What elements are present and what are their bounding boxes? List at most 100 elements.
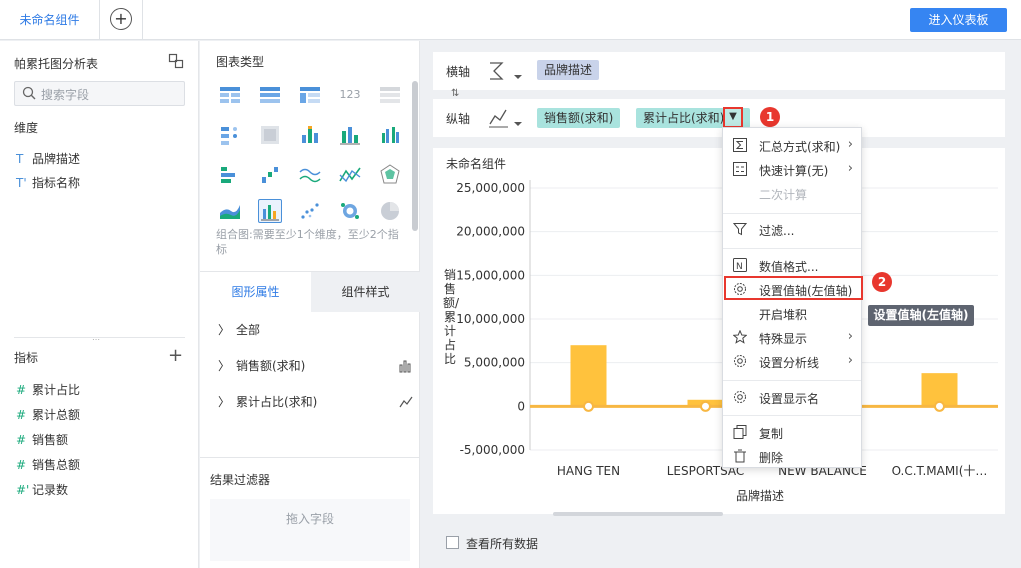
line-point — [934, 400, 945, 412]
y-tick-label: -5,000,000 — [460, 443, 525, 457]
y-tick-label: 25,000,000 — [456, 181, 525, 195]
show-all-label: 查看所有数据 — [466, 537, 539, 551]
chevron-right-icon: › — [847, 161, 853, 176]
tab-unnamed-component[interactable]: 未命名组件 — [0, 0, 100, 40]
polyline-icon[interactable] — [338, 163, 362, 187]
number-format-icon: N — [733, 258, 747, 272]
kpi-number-icon[interactable]: 123 — [338, 83, 362, 107]
menu-item-number-format[interactable]: N 数值格式... — [723, 254, 861, 278]
swap-axes-icon[interactable]: ⇅ — [451, 88, 459, 99]
table-chart-icon[interactable] — [218, 83, 242, 107]
combo-chart-icon[interactable] — [258, 199, 282, 223]
menu-item-copy[interactable]: 复制 — [723, 421, 861, 445]
dot-matrix-icon[interactable] — [218, 123, 242, 147]
prop-label: 销售额(求和) — [236, 359, 306, 373]
horizontal-bar-icon[interactable] — [218, 163, 242, 187]
menu-tooltip: 设置值轴(左值轴) — [868, 305, 974, 326]
metric-label: 销售额 — [32, 433, 69, 447]
step-badge-2: 2 — [872, 272, 892, 292]
x-axis-row: 横轴 品牌描述 — [433, 52, 1005, 90]
radar-icon[interactable] — [378, 163, 402, 187]
detail-table-icon[interactable] — [378, 83, 402, 107]
y-tick-label: 5,000,000 — [464, 356, 525, 370]
x-axis-label: 横轴 — [446, 65, 471, 79]
filter-icon — [732, 222, 748, 236]
menu-item-filter[interactable]: 过滤... — [723, 218, 861, 242]
dimension-item[interactable]: T' 指标名称 — [16, 174, 80, 194]
y-axis-row: 纵轴 销售额(求和) 累计占比(求和) ▼ — [433, 99, 1005, 137]
y-axis-type-icon[interactable] — [488, 106, 524, 130]
chart-type-header: 图表类型 — [216, 55, 265, 69]
y-axis-label: 纵轴 — [446, 112, 471, 126]
metric-item[interactable]: # 累计占比 — [16, 381, 80, 401]
metric-item[interactable]: # 销售额 — [16, 431, 68, 451]
pill-dropdown-button[interactable]: ▼ — [723, 107, 743, 128]
y-axis-field-pill-sales[interactable]: 销售额(求和) — [537, 108, 621, 128]
metric-label: 销售总额 — [32, 458, 81, 472]
menu-divider — [723, 213, 861, 214]
metric-label: 累计总额 — [32, 408, 81, 422]
search-field[interactable]: 搜索字段 — [14, 81, 185, 106]
group-table-icon[interactable] — [258, 83, 282, 107]
switch-dataset-icon[interactable] — [168, 53, 184, 69]
add-metric-icon[interactable]: + — [168, 345, 183, 366]
metric-item[interactable]: # 销售总额 — [16, 456, 80, 476]
menu-item-display-name[interactable]: 设置显示名 — [723, 386, 861, 410]
data-panel: 帕累托图分析表 搜索字段 维度 T 品牌描述 T' 指标名称 ⋯ 指标 + # 累计占… — [0, 41, 199, 568]
result-filter-header: 结果过滤器 — [210, 473, 271, 487]
metric-item[interactable]: # 累计总额 — [16, 406, 80, 426]
tab-shape-properties[interactable]: 图形属性 — [200, 272, 311, 312]
menu-item-delete[interactable]: 删除 — [723, 445, 861, 469]
prop-sales-sum[interactable]: 〉销售额(求和) — [218, 357, 413, 377]
number-field-icon: # — [16, 433, 27, 447]
cross-table-icon[interactable] — [298, 83, 322, 107]
pie-chart-icon[interactable] — [378, 199, 402, 223]
metric-item[interactable]: #' 记录数 — [16, 481, 68, 501]
x-axis-title: 品牌描述 — [736, 489, 785, 503]
stacked-bar-icon[interactable] — [298, 123, 322, 147]
waterfall-icon[interactable] — [258, 163, 282, 187]
menu-item-aggregation[interactable]: 汇总方式(求和) › — [723, 134, 861, 158]
filter-drop-zone[interactable]: 拖入字段 — [210, 499, 410, 561]
gear-icon — [733, 390, 747, 404]
x-axis-field-pill[interactable]: 品牌描述 — [537, 60, 600, 80]
line-chart-icon[interactable] — [298, 163, 322, 187]
chevron-right-icon: › — [847, 329, 853, 344]
area-chart-icon[interactable] — [218, 199, 242, 223]
add-tab-button[interactable]: + — [110, 8, 132, 30]
show-all-checkbox[interactable] — [446, 536, 459, 549]
chart-type-scrollbar[interactable] — [412, 81, 418, 231]
menu-item-quick-calc[interactable]: 快速计算(无) › — [723, 158, 861, 182]
prop-all[interactable]: 〉全部 — [218, 321, 260, 341]
prop-cumulative-ratio[interactable]: 〉累计占比(求和) — [218, 393, 413, 413]
star-icon — [732, 329, 748, 344]
heat-matrix-icon[interactable] — [258, 123, 282, 147]
tab-component-style[interactable]: 组件样式 — [311, 272, 420, 312]
text-field-icon: T' — [16, 176, 27, 190]
chevron-right-icon: 〉 — [218, 359, 231, 373]
dataset-title: 帕累托图分析表 — [14, 57, 99, 71]
x-axis-type-icon[interactable] — [488, 59, 524, 83]
panel-divider — [200, 457, 420, 458]
resize-handle-icon[interactable]: ⋯ — [92, 336, 106, 344]
grouped-bar-icon[interactable] — [378, 123, 402, 147]
menu-item-enable-stack[interactable]: 开启堆积 — [723, 302, 861, 326]
dimension-header: 维度 — [14, 121, 39, 135]
prop-label: 累计占比(求和) — [236, 395, 318, 409]
menu-item-analysis-line[interactable]: 设置分析线 › — [723, 350, 861, 374]
bar-chart-icon[interactable] — [338, 123, 362, 147]
menu-divider — [723, 380, 861, 381]
chart-hscrollbar[interactable] — [553, 512, 723, 516]
chart-requirement-hint: 组合图:需要至少1个维度，至少2个指标 — [216, 228, 399, 256]
menu-item-secondary-calc: 二次计算 — [759, 188, 808, 202]
menu-item-special-display[interactable]: 特殊显示 › — [723, 326, 861, 350]
dimension-item[interactable]: T 品牌描述 — [16, 150, 80, 170]
chevron-right-icon: › — [847, 137, 853, 152]
bubble-icon[interactable] — [338, 199, 362, 223]
y-tick-label: 10,000,000 — [456, 312, 525, 326]
enter-dashboard-button[interactable]: 进入仪表板 — [910, 8, 1007, 32]
scatter-icon[interactable] — [298, 199, 322, 223]
number-field-icon: # — [16, 458, 27, 472]
text-field-icon: T — [16, 152, 24, 166]
line-point — [700, 400, 711, 412]
